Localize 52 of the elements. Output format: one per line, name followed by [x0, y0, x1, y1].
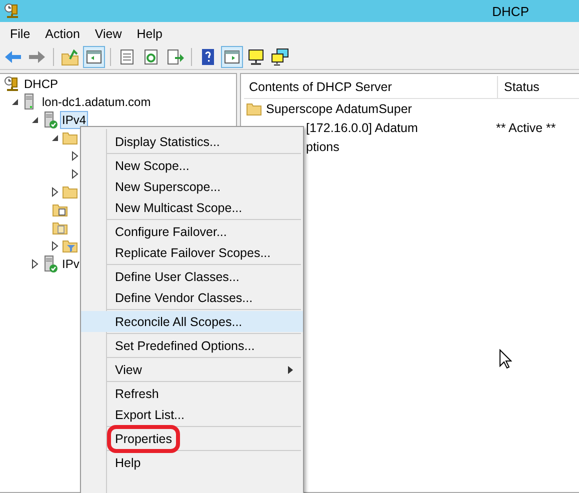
menu-item[interactable]: Help — [81, 452, 303, 473]
console-tree-icon[interactable] — [83, 46, 105, 68]
list-item[interactable]: ptions — [306, 140, 340, 154]
menu-item[interactable]: Export List... — [81, 404, 303, 425]
monitors-icon[interactable] — [269, 46, 291, 68]
menu-item[interactable]: New Superscope... — [81, 176, 303, 197]
menu-item[interactable]: Set Predefined Options... — [81, 335, 303, 356]
window-title: DHCP — [492, 4, 529, 18]
expanded-arrow-icon[interactable] — [10, 98, 20, 106]
list-item[interactable]: [172.16.0.0] Adatum — [306, 120, 418, 134]
menu-item[interactable]: Refresh — [81, 383, 303, 404]
list-item[interactable]: Superscope AdatumSuper — [266, 102, 412, 116]
collapsed-arrow-icon[interactable] — [30, 259, 40, 269]
menu-item[interactable]: Reconcile All Scopes... — [81, 311, 303, 332]
tree-item[interactable]: IPv — [60, 255, 82, 273]
column-header[interactable]: Contents of DHCP Server — [244, 76, 498, 98]
menu-item[interactable]: Replicate Failover Scopes... — [81, 242, 303, 263]
tree-item[interactable]: IPv4 — [60, 111, 88, 129]
column-header[interactable]: Status — [498, 76, 546, 98]
status-text: ** Active ** — [495, 120, 556, 134]
action-pane-icon[interactable] — [221, 46, 243, 68]
folder-icon — [62, 131, 78, 145]
mouse-pointer-icon — [499, 349, 512, 369]
collapsed-arrow-icon[interactable] — [50, 241, 60, 251]
folder-icon — [246, 102, 262, 116]
tree-item[interactable]: lon-dc1.adatum.com — [40, 93, 153, 111]
dhcp-icon — [4, 3, 20, 19]
menu-item[interactable]: View — [88, 24, 129, 42]
menu-item[interactable]: New Multicast Scope... — [81, 197, 303, 218]
collapsed-arrow-icon[interactable] — [70, 151, 80, 161]
menu-item[interactable]: Display Statistics... — [81, 131, 303, 152]
server-check-icon — [42, 111, 58, 129]
dhcp-icon — [4, 76, 20, 92]
menu-item[interactable]: File — [3, 24, 38, 42]
menu-item[interactable]: Action — [38, 24, 87, 42]
expanded-arrow-icon[interactable] — [50, 134, 60, 142]
collapsed-arrow-icon[interactable] — [50, 187, 60, 197]
menu-item[interactable]: Define Vendor Classes... — [81, 287, 303, 308]
document-folder-icon — [52, 221, 68, 235]
tree-item[interactable]: DHCP — [22, 75, 60, 93]
document-folder-icon — [52, 203, 68, 217]
menu-item[interactable]: Define User Classes... — [81, 266, 303, 287]
filter-folder-icon — [62, 239, 78, 253]
menu-item[interactable]: Help — [130, 24, 170, 42]
folder-icon — [62, 185, 78, 199]
expanded-arrow-icon[interactable] — [30, 116, 40, 124]
server-check-icon — [42, 255, 58, 273]
submenu-arrow-icon — [288, 366, 293, 374]
collapsed-arrow-icon[interactable] — [70, 169, 80, 179]
menu-item[interactable]: View — [81, 359, 303, 380]
menu-item[interactable]: Configure Failover... — [81, 221, 303, 242]
menu-item[interactable]: New Scope... — [81, 155, 303, 176]
